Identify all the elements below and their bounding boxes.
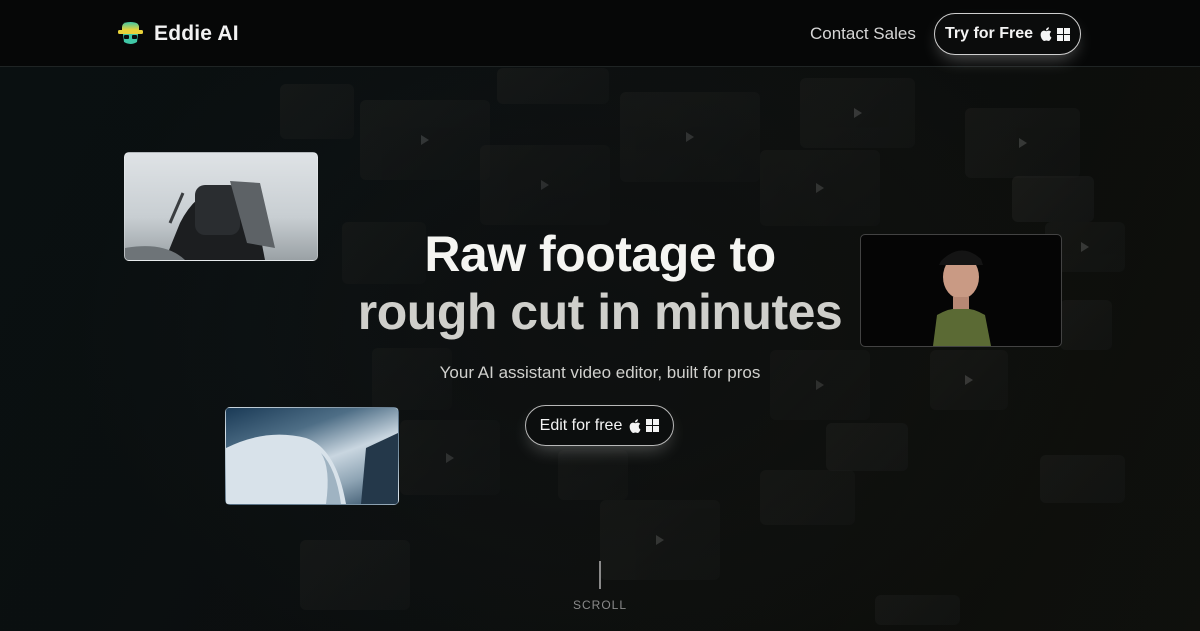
- edit-for-free-label: Edit for free: [539, 416, 623, 434]
- os-icons: [629, 418, 660, 433]
- logo-mark-icon: [118, 22, 143, 44]
- brand-logo[interactable]: Eddie AI: [117, 20, 239, 47]
- try-for-free-button[interactable]: Try for Free: [934, 13, 1081, 55]
- mountain-illustration: [226, 433, 398, 504]
- hero-title-line1: Raw footage to: [424, 226, 776, 282]
- windows-icon: [646, 419, 660, 432]
- try-for-free-label: Try for Free: [944, 25, 1034, 42]
- scroll-label[interactable]: SCROLL: [540, 598, 660, 612]
- contact-sales-link[interactable]: Contact Sales: [810, 24, 916, 44]
- os-icons: [1040, 27, 1071, 41]
- brand-name: Eddie AI: [154, 21, 239, 45]
- climber-video-clip: [124, 152, 318, 261]
- climber-illustration: [125, 181, 275, 260]
- apple-icon: [629, 418, 641, 433]
- edit-for-free-button[interactable]: Edit for free: [525, 405, 674, 446]
- apple-icon: [1040, 27, 1052, 41]
- hero-subtitle: Your AI assistant video editor, built fo…: [439, 363, 761, 382]
- mountain-video-clip: [225, 407, 399, 505]
- scroll-indicator-line: [599, 561, 601, 589]
- site-header: Eddie AI Contact Sales Try for Free: [0, 0, 1200, 67]
- windows-icon: [1057, 27, 1071, 41]
- hero-title-line2: rough cut in minutes: [357, 284, 843, 340]
- hero-title: Raw footage to rough cut in minutes: [300, 225, 900, 341]
